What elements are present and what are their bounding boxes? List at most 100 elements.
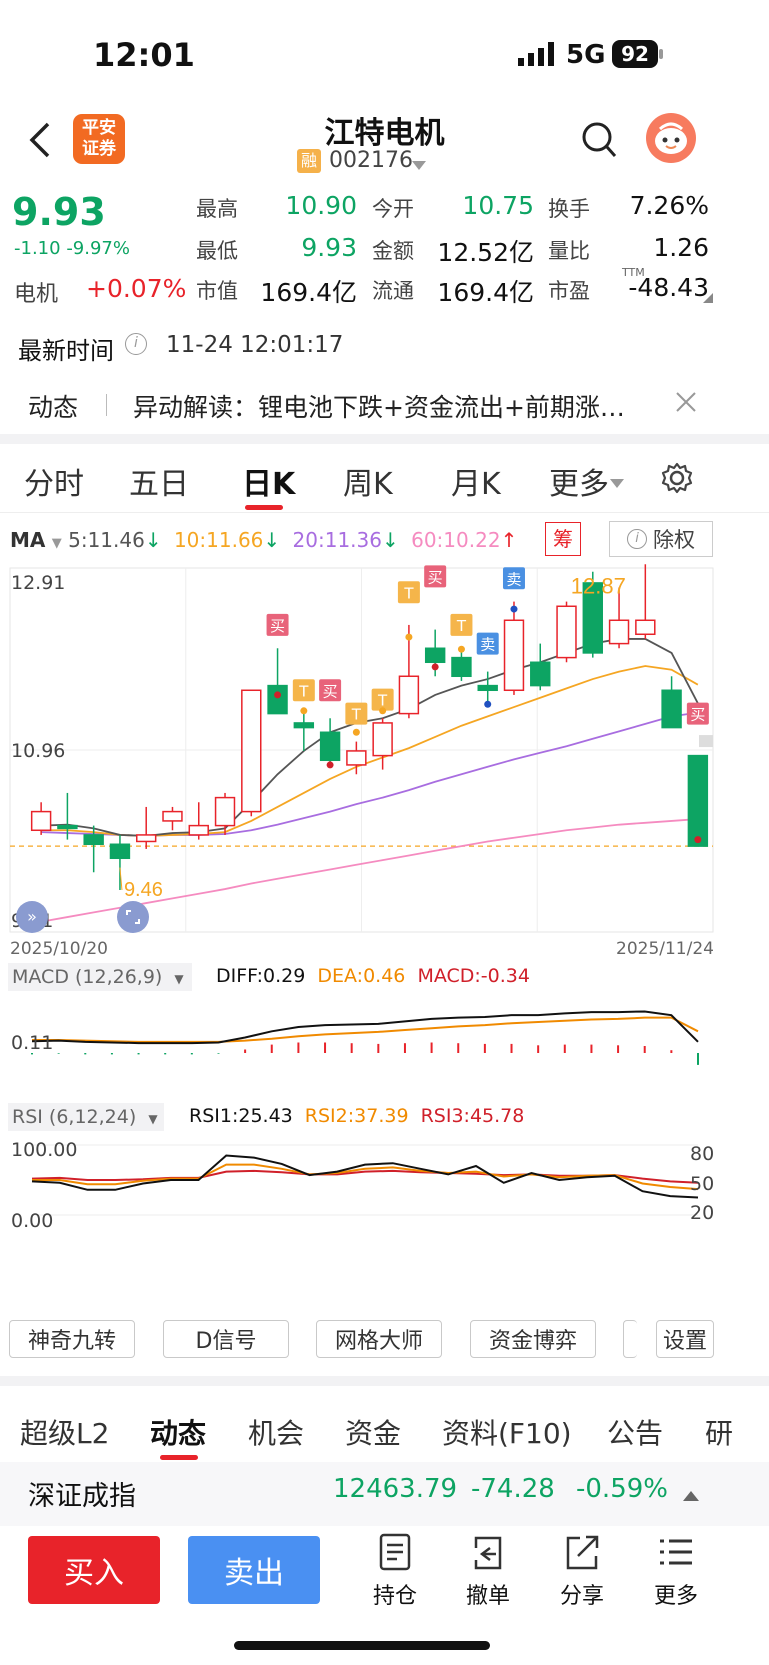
diff-line <box>31 1010 699 1045</box>
buy-button[interactable]: 买入 <box>28 1536 160 1604</box>
search-icon[interactable] <box>580 120 618 160</box>
tab-announcements[interactable]: 公告 <box>607 1412 663 1452</box>
settings-button[interactable]: 设置 <box>656 1320 714 1358</box>
signal-text: T <box>298 682 309 700</box>
tab-more[interactable]: 更多 <box>549 459 609 503</box>
assistant-avatar[interactable] <box>646 113 696 163</box>
ma20-value: 20:11.36 <box>292 528 382 552</box>
battery-icon: 92 <box>612 40 658 68</box>
tab-opportunity[interactable]: 机会 <box>248 1412 304 1452</box>
candle-body <box>372 722 393 757</box>
quote-field-value: 169.4亿 <box>260 278 357 307</box>
signal-text: 买 <box>690 706 705 724</box>
share-action[interactable]: 分享 <box>547 1532 617 1612</box>
tab-funds[interactable]: 资金 <box>345 1412 401 1452</box>
rsi2-value: RSI2:37.39 <box>304 1105 409 1127</box>
stock-code[interactable]: 002176 <box>329 148 413 173</box>
ma-dropdown-icon[interactable]: ▼ <box>52 536 62 551</box>
gear-icon[interactable] <box>660 461 694 495</box>
kline-chart[interactable]: 12.879.46买T 买TTT买T卖卖买 <box>0 560 769 965</box>
quote-field-label: 市值 <box>196 279 238 303</box>
ma-legend[interactable]: MA ▼ 5:11.46↓ 10:11.66↓ 20:11.36↓ 60:10.… <box>10 528 517 552</box>
tab-weekly-k[interactable]: 周K <box>343 459 393 503</box>
holdings-action[interactable]: 持仓 <box>360 1532 430 1612</box>
ma60-value: 60:10.22 <box>411 528 501 552</box>
rsi-20-label: 20 <box>690 1202 715 1224</box>
signal-dot <box>694 836 702 844</box>
nine-turn-button[interactable]: 神奇九转 <box>9 1320 135 1358</box>
more-action[interactable]: 更多 <box>641 1532 711 1612</box>
quote-field-value: 169.4亿 <box>437 278 534 307</box>
sell-button[interactable]: 卖出 <box>188 1536 320 1604</box>
candle-body <box>530 661 551 687</box>
close-icon[interactable] <box>674 390 698 414</box>
tab-daily-k[interactable]: 日K <box>242 459 295 503</box>
signal-dot <box>379 707 387 715</box>
quote-field-label: 最高 <box>196 197 238 221</box>
partial-indicator-button[interactable] <box>623 1320 637 1358</box>
quote-field-value: 9.93 <box>301 233 357 262</box>
candle-body <box>136 834 157 843</box>
news-text[interactable]: 异动解读：锂电池下跌+资金流出+前期涨… <box>133 388 625 424</box>
signal-text: T <box>456 617 467 635</box>
expand-icon[interactable] <box>117 901 149 933</box>
signal-text: 买 <box>428 568 443 586</box>
signal-dot <box>484 700 492 708</box>
rsi-selector[interactable]: RSI (6,12,24) ▼ <box>8 1103 164 1131</box>
candle-body <box>109 843 131 860</box>
rsi1-value: RSI1:25.43 <box>189 1105 293 1127</box>
signal-text: 买 <box>270 617 285 635</box>
candle-body <box>687 754 709 847</box>
cancel-order-action[interactable]: 撤单 <box>453 1532 523 1612</box>
holdings-label: 持仓 <box>372 1584 417 1609</box>
tab-divider <box>0 512 769 513</box>
macd-dropdown-icon: ▼ <box>174 972 184 986</box>
candle-body <box>267 684 288 715</box>
tab-research[interactable]: 研 <box>705 1412 733 1452</box>
more-dropdown-icon[interactable] <box>610 474 624 488</box>
fast-forward-icon[interactable]: » <box>16 901 48 933</box>
tab-super-l2[interactable]: 超级L2 <box>20 1412 109 1452</box>
candle-body <box>241 689 262 813</box>
home-indicator[interactable] <box>234 1641 490 1650</box>
chip-button[interactable]: 筹 <box>545 522 581 556</box>
candle-body <box>57 824 78 830</box>
d-signal-button[interactable]: D信号 <box>163 1320 289 1358</box>
y-max-label: 12.91 <box>11 572 66 594</box>
rsi-50-label: 50 <box>690 1173 715 1195</box>
candle-body <box>346 750 367 766</box>
ma-label: MA <box>10 528 46 552</box>
tab-f10[interactable]: 资料(F10) <box>442 1412 572 1452</box>
macd-chart[interactable] <box>0 995 769 1095</box>
section-gap <box>0 434 769 444</box>
quote-field-value: 1.26 <box>653 233 709 262</box>
signal-dot <box>274 691 282 699</box>
info-icon[interactable]: i <box>125 333 147 355</box>
rsi-chart[interactable] <box>0 1135 769 1225</box>
grid-master-button[interactable]: 网格大师 <box>316 1320 442 1358</box>
rsi-top-label: 100.00 <box>11 1139 78 1161</box>
tab-news[interactable]: 动态 <box>150 1412 206 1452</box>
signal-dot <box>457 645 465 653</box>
code-dropdown-icon[interactable] <box>412 156 426 170</box>
sector-name[interactable]: 电机 <box>14 276 58 308</box>
macd-axis-label: 0.11 <box>11 1032 54 1054</box>
expand-up-icon[interactable] <box>683 1486 699 1501</box>
news-tag[interactable]: 动态 <box>28 388 78 424</box>
fund-game-button[interactable]: 资金博弈 <box>470 1320 596 1358</box>
signal-text: T <box>377 692 388 710</box>
signal-icon <box>518 42 558 66</box>
tab-intraday[interactable]: 分时 <box>24 459 84 503</box>
macd-selector[interactable]: MACD (12,26,9) ▼ <box>8 963 192 991</box>
sector-change[interactable]: +0.07% <box>86 274 186 303</box>
tab-monthly-k[interactable]: 月K <box>451 459 501 503</box>
document-icon <box>379 1533 411 1571</box>
info-icon: i <box>627 529 647 549</box>
candle-body <box>398 675 420 715</box>
news-divider <box>106 394 107 416</box>
index-percent: -0.59% <box>576 1474 668 1504</box>
tab-five-day[interactable]: 五日 <box>129 459 189 503</box>
candle-body <box>319 731 341 762</box>
ex-rights-button[interactable]: i 除权 <box>609 521 713 557</box>
latest-time-label: 最新时间 <box>18 337 114 365</box>
